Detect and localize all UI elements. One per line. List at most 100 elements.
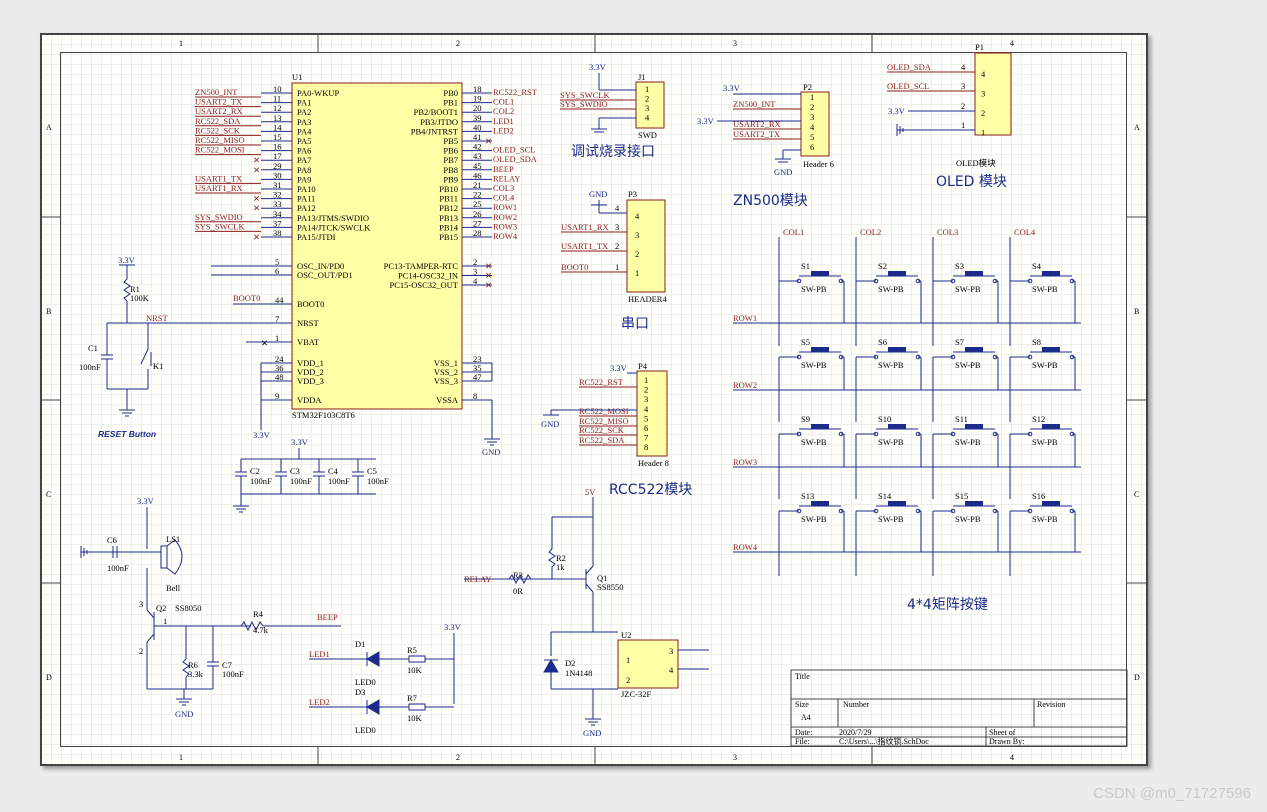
u1-pin-name: PA8 (297, 165, 311, 175)
u1-pin-number: 46 (473, 170, 482, 180)
net-label: RC522_RST (579, 377, 624, 387)
u1-pin-number: 33 (273, 199, 282, 209)
switch-part: SW-PB (878, 284, 904, 294)
tb-size-label: Size (795, 700, 809, 709)
switch-ref: S11 (955, 414, 968, 424)
net-label: RC522_MOSI (579, 406, 629, 416)
u1-pin-name: PA6 (297, 146, 311, 156)
row-net: ROW2 (733, 380, 757, 390)
zone-row-left: C (46, 490, 51, 499)
switch-ref: S12 (1032, 414, 1045, 424)
u1-pin-name: PB7 (443, 155, 458, 165)
u1-pin-number: 38 (273, 228, 282, 238)
u1-pin-number: 41 (473, 132, 482, 142)
led-label: LED0 (355, 725, 376, 735)
net-label: ROW2 (493, 212, 517, 222)
u1-pin-name: PB11 (439, 194, 458, 204)
net-label: RC522_SCK (195, 125, 241, 135)
svg-text:4: 4 (615, 203, 620, 213)
net-label: BEEP (493, 164, 514, 174)
switch-ref: S5 (801, 337, 810, 347)
u1-pin-name: PB5 (443, 136, 458, 146)
p4-3v3: 3.3V (610, 363, 628, 373)
r4-ref: R4 (253, 609, 264, 619)
svg-text:2: 2 (615, 241, 619, 251)
u1-pin-number: 17 (273, 151, 282, 161)
net-label: RELAY (493, 173, 521, 183)
serial-title: 串口 (621, 316, 649, 332)
r2-value: 1k (556, 562, 565, 572)
zone-col-bottom: 4 (1010, 753, 1014, 762)
cap-value: 100nF (250, 476, 272, 486)
zone-row-left: B (46, 307, 51, 316)
header-pin: 5 (644, 413, 648, 423)
u1-pin-name: PB14 (439, 222, 459, 232)
boot0-net: BOOT0 (233, 293, 260, 303)
svg-text:3: 3 (961, 81, 965, 91)
u1-pin-name: PB8 (443, 165, 458, 175)
caps-3v3: 3.3V (291, 437, 309, 447)
u1-pin-number: 43 (473, 151, 482, 161)
u1-pin-name: PA15/JTDI (297, 232, 336, 242)
nrst-net: NRST (146, 313, 169, 323)
net-label: RC522_SDA (195, 116, 241, 126)
header-pin: 1 (645, 84, 649, 94)
tb-file-label: File: (795, 737, 810, 746)
tb-title: Title (795, 672, 810, 681)
title-block: Title Size A4 Number Revision Date: 2020… (790, 669, 1128, 747)
p4-ref: P4 (638, 361, 648, 371)
relay-5v: 5V (585, 487, 596, 497)
bell-label: Bell (166, 583, 181, 593)
net-label: BOOT0 (561, 262, 588, 272)
u1-pin-number: 11 (273, 94, 281, 104)
switch-ref: S2 (878, 261, 887, 271)
u1-pin-name: PB0 (443, 88, 458, 98)
no-connect: ✕ (485, 136, 492, 146)
c6-ref: C6 (107, 535, 117, 545)
zone-row-right: A (1134, 123, 1140, 132)
d2-ref: D2 (565, 658, 575, 668)
p2-3v3b: 3.3V (697, 116, 715, 126)
switch-ref: S3 (955, 261, 964, 271)
p3-serial: P3 HEADER4 4321USART1_RXUSART1_TXBOOT043… (561, 189, 667, 304)
u2-ref: U2 (621, 630, 631, 640)
u1-pin-name: PB15 (439, 232, 458, 242)
u1-pin-name: PB9 (443, 174, 458, 184)
oled-title: OLED 模块 (936, 174, 1007, 190)
p2-zn500: P2 Header 6 123456ZN500_INTUSART2_RXUSAR… (697, 82, 834, 177)
u1-pin-number: 29 (273, 161, 282, 171)
svg-text:✕: ✕ (485, 280, 492, 290)
net-label: SYS_SWDIO (560, 99, 608, 109)
led-circuit: 3.3V LED1D1LED0R510KLED2D3LED0R710K (309, 622, 462, 735)
zone-row-left: D (46, 673, 52, 682)
u1-pin-name: PA7 (297, 155, 311, 165)
svg-text:1: 1 (626, 655, 630, 665)
net-label: SYS_SWCLK (195, 221, 245, 231)
switch-ref: S15 (955, 491, 968, 501)
p4-name: Header 8 (638, 458, 669, 468)
cap-value: 100nF (367, 476, 389, 486)
u1-pin-number: 18 (473, 84, 482, 94)
u1-pin-number: 34 (273, 209, 282, 219)
u1-pin-number: 15 (273, 132, 282, 142)
c6-value: 100nF (107, 563, 129, 573)
header-pin: 2 (981, 108, 985, 118)
svg-text:2: 2 (626, 675, 630, 685)
zone-row-right: D (1134, 673, 1140, 682)
u1-pin-name: PB4/JNTRST (411, 126, 459, 136)
csdn-watermark: CSDN @m0_71727596 (1093, 785, 1251, 802)
cap-ref: C5 (367, 466, 377, 476)
u1-pin-number: 37 (273, 218, 282, 228)
r4-value: 4.7k (253, 625, 269, 635)
p3-name: HEADER4 (628, 294, 667, 304)
no-connect: ✕ (253, 155, 260, 165)
tb-sheet: Sheet of (989, 728, 1016, 737)
p4-gnd: GND (541, 419, 559, 429)
zone-row-left: A (46, 123, 52, 132)
u1-pin-name: VSSA (436, 395, 459, 405)
beep-net: BEEP (317, 612, 338, 622)
relay-gnd: GND (583, 728, 601, 738)
svg-text:1: 1 (615, 262, 619, 272)
p3-ref: P3 (628, 189, 637, 199)
relay-net: RELAY (464, 574, 492, 584)
